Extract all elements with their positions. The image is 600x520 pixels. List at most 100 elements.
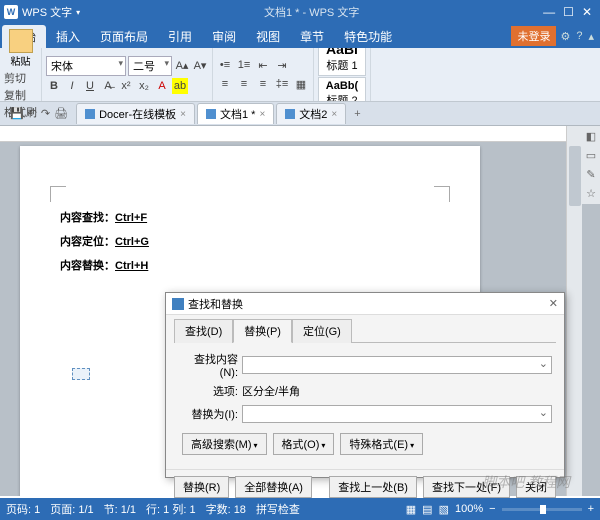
replace-button[interactable]: 替换(R): [174, 476, 229, 498]
zoom-slider[interactable]: [502, 508, 582, 511]
zoom-thumb[interactable]: [540, 505, 546, 514]
cut-button[interactable]: 剪切: [4, 70, 37, 86]
status-wordcount[interactable]: 字数: 18: [206, 501, 246, 517]
vertical-scrollbar[interactable]: [566, 126, 582, 496]
highlight-button[interactable]: ab: [172, 78, 188, 94]
format-button[interactable]: 格式(O)▾: [273, 433, 335, 455]
minimize-button[interactable]: —: [543, 5, 555, 19]
bold-button[interactable]: B: [46, 78, 62, 94]
nav-pane-icon[interactable]: ◧: [586, 130, 596, 143]
options-value: 区分全/半角: [242, 383, 300, 399]
replace-input[interactable]: [242, 405, 552, 423]
indent-inc-icon[interactable]: ⇥: [274, 57, 290, 73]
font-size-select[interactable]: 二号: [128, 56, 172, 76]
style-heading2[interactable]: AaBb(标题 2: [318, 77, 366, 101]
login-status[interactable]: 未登录: [511, 26, 556, 46]
horizontal-ruler[interactable]: [0, 126, 600, 142]
select-icon[interactable]: ▭: [586, 149, 596, 162]
find-input[interactable]: [242, 356, 552, 374]
view-web-icon[interactable]: ▧: [439, 503, 449, 516]
margin-corner: [50, 186, 66, 202]
tab-insert[interactable]: 插入: [46, 25, 90, 48]
status-page[interactable]: 页码: 1: [6, 501, 40, 517]
zoom-value[interactable]: 100%: [455, 503, 483, 515]
ribbon: 粘贴 剪切 复制 格式刷 宋体 二号 A▴ A▾ B I U A̶ x² x₂ …: [0, 48, 600, 102]
watermark: 脚本吧 教程网: [482, 472, 570, 492]
style-heading1[interactable]: AaBl标题 1: [318, 48, 366, 76]
document-title: 文档1 * - WPS 文字: [80, 4, 543, 20]
dialog-close-icon[interactable]: ✕: [549, 297, 558, 310]
numbering-icon[interactable]: 1≡: [236, 57, 252, 73]
dialog-title: 查找和替换: [188, 296, 243, 312]
dialog-titlebar[interactable]: 查找和替换 ✕: [166, 293, 564, 315]
bullets-icon[interactable]: •≡: [217, 57, 233, 73]
tab-pagelayout[interactable]: 页面布局: [90, 25, 158, 48]
close-tab-icon[interactable]: ×: [259, 109, 265, 120]
tab-docer-template[interactable]: Docer-在线模板 ×: [76, 103, 195, 124]
help-icon[interactable]: ?: [576, 30, 582, 43]
margin-corner: [434, 186, 450, 202]
grow-font-icon[interactable]: A▴: [174, 58, 190, 74]
dialog-tab-find[interactable]: 查找(D): [174, 319, 233, 343]
find-prev-button[interactable]: 查找上一处(B): [329, 476, 417, 498]
advanced-search-button[interactable]: 高级搜索(M)▾: [182, 433, 267, 455]
bookmark-icon[interactable]: ☆: [586, 187, 596, 200]
scrollbar-thumb[interactable]: [569, 146, 581, 206]
close-tab-icon[interactable]: ×: [180, 109, 186, 120]
tab-view[interactable]: 视图: [246, 25, 290, 48]
status-section[interactable]: 节: 1/1: [104, 501, 136, 517]
tab-doc2[interactable]: 文档2 ×: [276, 103, 346, 124]
tab-doc1[interactable]: 文档1 * ×: [197, 103, 274, 124]
shrink-font-icon[interactable]: A▾: [192, 58, 208, 74]
print-icon[interactable]: 🖨: [54, 107, 68, 120]
ribbon-collapse-icon[interactable]: ▴: [588, 30, 594, 43]
special-format-button[interactable]: 特殊格式(E)▾: [340, 433, 423, 455]
tab-review[interactable]: 审阅: [202, 25, 246, 48]
settings-icon[interactable]: ⚙: [560, 30, 570, 43]
align-left-icon[interactable]: ≡: [217, 76, 233, 92]
styles-gallery: AaBbCcDd正文 AaBl标题 1 AaBb(标题 2 AaBb(标题 3: [314, 48, 371, 101]
strike-button[interactable]: A̶: [100, 78, 116, 94]
zoom-out-button[interactable]: −: [489, 503, 495, 515]
underline-button[interactable]: U: [82, 78, 98, 94]
status-spellcheck[interactable]: 拼写检查: [256, 501, 300, 517]
italic-button[interactable]: I: [64, 78, 80, 94]
view-outline-icon[interactable]: ▤: [422, 503, 432, 516]
replace-all-button[interactable]: 全部替换(A): [235, 476, 312, 498]
page-break-indicator: [72, 368, 90, 380]
comment-icon[interactable]: ✎: [586, 168, 595, 181]
align-center-icon[interactable]: ≡: [236, 76, 252, 92]
dialog-tab-goto[interactable]: 定位(G): [292, 319, 352, 343]
close-tab-icon[interactable]: ×: [331, 109, 337, 120]
dialog-tab-replace[interactable]: 替换(P): [233, 319, 292, 343]
document-tabs: 💾 ↶ ↷ 🖨 Docer-在线模板 × 文档1 * × 文档2 × +: [0, 102, 600, 126]
add-tab-button[interactable]: +: [348, 108, 366, 120]
undo-icon[interactable]: ↶: [28, 107, 37, 120]
redo-icon[interactable]: ↷: [41, 107, 50, 120]
subscript-button[interactable]: x₂: [136, 78, 152, 94]
status-pages[interactable]: 页面: 1/1: [50, 501, 93, 517]
line-spacing-icon[interactable]: ‡≡: [274, 76, 290, 92]
font-family-select[interactable]: 宋体: [46, 56, 126, 76]
align-right-icon[interactable]: ≡: [255, 76, 271, 92]
maximize-button[interactable]: ☐: [563, 5, 574, 19]
tab-section[interactable]: 章节: [290, 25, 334, 48]
tab-references[interactable]: 引用: [158, 25, 202, 48]
status-cursor[interactable]: 行: 1 列: 1: [146, 501, 196, 517]
shading-icon[interactable]: ▦: [293, 76, 309, 92]
close-button[interactable]: ✕: [582, 5, 592, 19]
ribbon-tabs: 开始 插入 页面布局 引用 审阅 视图 章节 特色功能 未登录 ⚙ ? ▴: [0, 24, 600, 48]
indent-dec-icon[interactable]: ⇤: [255, 57, 271, 73]
view-print-icon[interactable]: ▦: [406, 503, 416, 516]
doc-icon: [285, 109, 295, 119]
paste-button[interactable]: 粘贴: [5, 29, 37, 68]
dialog-icon: [172, 298, 184, 310]
find-label: 查找内容(N):: [178, 351, 238, 379]
superscript-button[interactable]: x²: [118, 78, 134, 94]
doc-icon: [206, 109, 216, 119]
save-icon[interactable]: 💾: [10, 107, 24, 120]
tab-special[interactable]: 特色功能: [334, 25, 402, 48]
font-color-button[interactable]: A: [154, 78, 170, 94]
copy-button[interactable]: 复制: [4, 87, 37, 103]
zoom-in-button[interactable]: +: [588, 503, 594, 515]
